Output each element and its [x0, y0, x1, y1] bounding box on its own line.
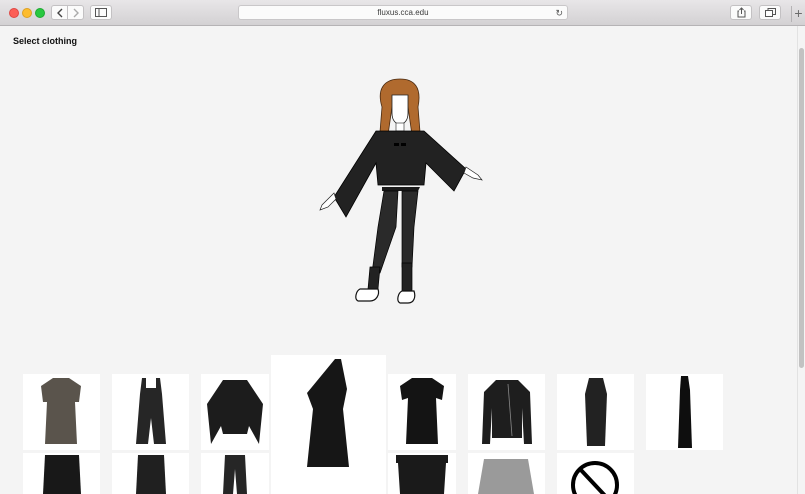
back-button[interactable] — [51, 5, 68, 20]
share-button[interactable] — [730, 5, 752, 20]
show-tabs-button[interactable] — [759, 5, 781, 20]
avatar-figure — [319, 78, 483, 304]
new-tab-icon[interactable]: + — [791, 6, 805, 22]
page-title: Select clothing — [13, 36, 78, 46]
forward-button[interactable] — [67, 5, 84, 20]
sidebar-toggle-button[interactable] — [90, 5, 112, 20]
forward-icon — [73, 8, 79, 17]
clothing-item-black-drop-crotch-shorts[interactable] — [112, 453, 189, 494]
clothing-item-grey-shirt-dress[interactable] — [23, 374, 100, 450]
share-icon — [737, 7, 745, 18]
sidebar-icon — [95, 8, 107, 17]
clothing-item-grey-skirt[interactable] — [468, 453, 545, 494]
clothing-item-black-drop-crotch-overalls[interactable] — [112, 374, 189, 450]
back-icon — [56, 8, 62, 17]
url-text: fluxus.cca.edu — [377, 8, 429, 17]
clothing-item-no-item[interactable] — [557, 453, 634, 494]
clothing-item-black-short-sleeve-dress[interactable] — [388, 374, 456, 450]
reload-icon[interactable]: ↻ — [555, 7, 563, 20]
close-window-button[interactable] — [9, 8, 19, 18]
clothing-item-black-sleeveless-midi-dress[interactable] — [557, 374, 634, 450]
address-bar[interactable]: fluxus.cca.edu ↻ — [238, 5, 568, 20]
clothing-item-black-sweatpants[interactable] — [388, 453, 456, 494]
scrollbar-thumb[interactable] — [799, 48, 804, 368]
clothing-item-black-poncho-top[interactable] — [201, 374, 269, 450]
clothing-item-black-leather-pants[interactable] — [201, 453, 269, 494]
page-content: Select clothing — [0, 26, 797, 494]
maximize-window-button[interactable] — [35, 8, 45, 18]
clothing-item-black-shorts[interactable] — [23, 453, 100, 494]
no-item-icon — [571, 461, 619, 494]
clothing-item-black-maxi-tank-dress[interactable] — [646, 374, 723, 450]
clothing-item-black-one-shoulder-dress[interactable] — [271, 355, 386, 494]
minimize-window-button[interactable] — [22, 8, 32, 18]
browser-titlebar: fluxus.cca.edu ↻ + — [0, 0, 805, 26]
tabs-icon — [764, 8, 776, 17]
clothing-item-black-biker-jacket[interactable] — [468, 374, 545, 450]
page-scrollbar[interactable] — [797, 26, 805, 494]
